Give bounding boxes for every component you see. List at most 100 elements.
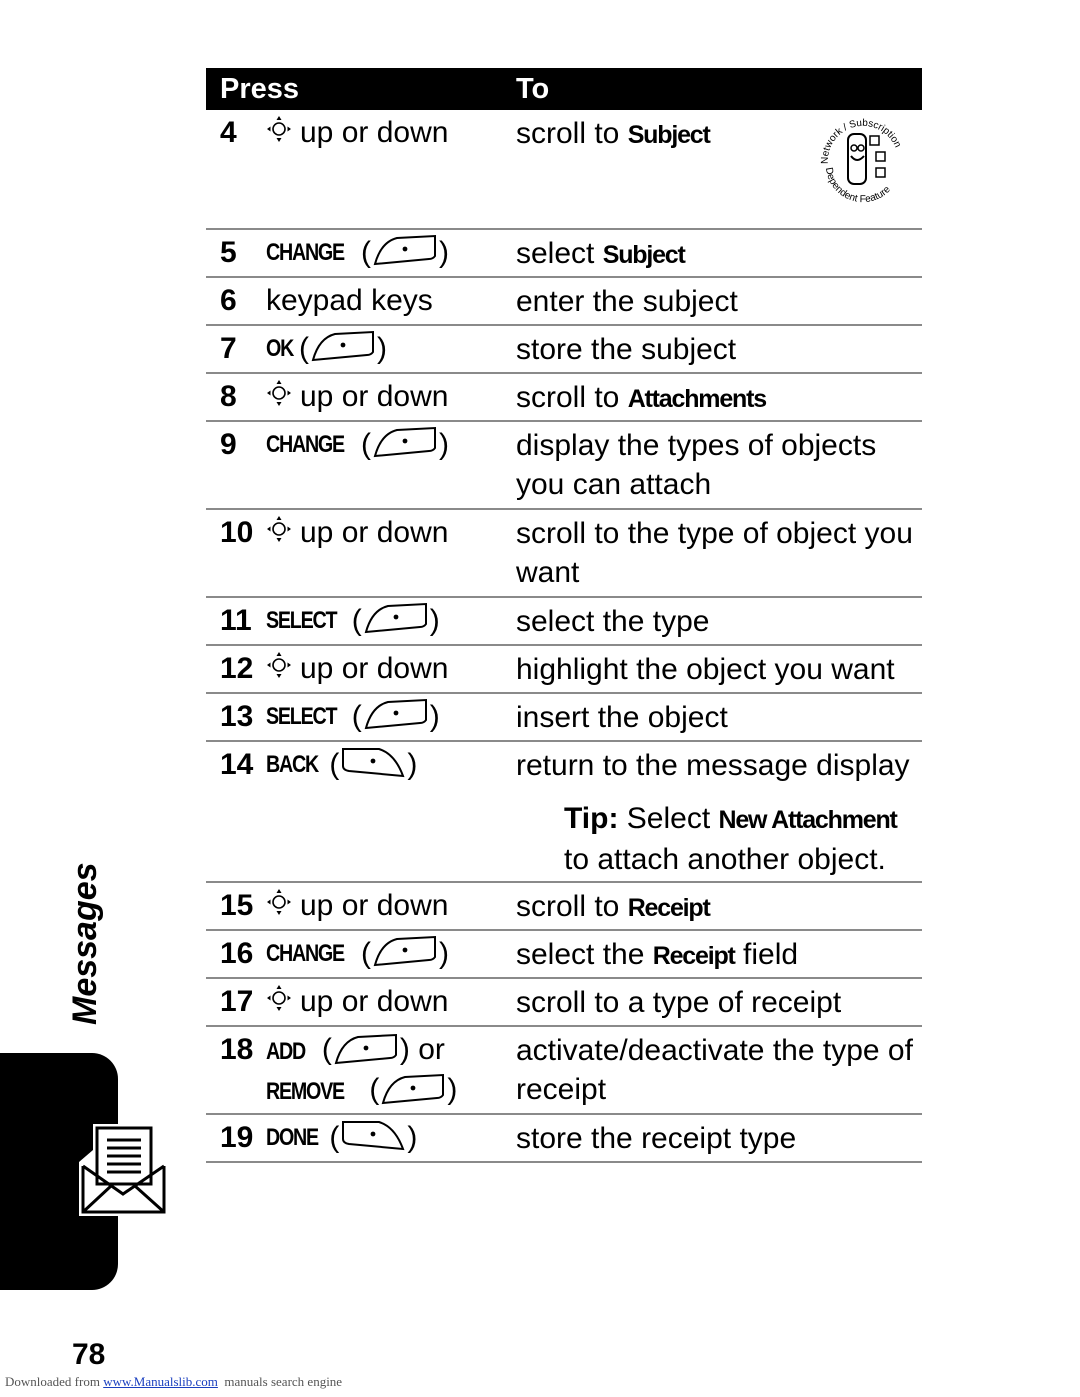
table-row: 8 up or down scroll to Attachments — [206, 374, 922, 422]
instruction-table: Press To 4 up or down scroll to Subject … — [206, 68, 922, 1163]
softkey-label: DONE — [266, 1124, 319, 1151]
step-number: 6 — [220, 284, 237, 317]
svg-text:Dependent Feature: Dependent Feature — [823, 167, 893, 206]
table-row: 6 keypad keys enter the subject — [206, 278, 922, 326]
table-row: 12 up or down highlight the object you w… — [206, 646, 922, 694]
step-number: 8 — [220, 380, 237, 413]
to-text: scroll to — [516, 381, 628, 414]
step-number: 9 — [220, 428, 237, 461]
header-to: To — [516, 72, 550, 105]
softkey-label: CHANGE — [266, 431, 345, 458]
left-softkey-icon — [371, 234, 439, 266]
table-row: 15 up or down scroll to Receipt — [206, 883, 922, 931]
step-number: 14 — [220, 748, 254, 781]
menu-item-keyword: New Attachment — [718, 806, 898, 834]
softkey-label: SELECT — [266, 607, 337, 634]
step-number: 16 — [220, 937, 254, 970]
to-text: return to the message display — [516, 749, 910, 782]
manualslib-link[interactable]: www.Manualslib.com — [103, 1374, 218, 1389]
footer-text: Downloaded from — [5, 1374, 104, 1389]
to-text: enter the subject — [516, 285, 738, 318]
table-row: 10 up or down scroll to the type of obje… — [206, 510, 922, 598]
to-text: scroll to — [516, 890, 628, 923]
softkey-label: ADD — [266, 1038, 306, 1065]
svg-text:Network / Subscription: Network / Subscription — [820, 118, 903, 164]
table-row: 16 CHANGE () select the Receipt field — [206, 931, 922, 979]
step-number: 18 — [220, 1033, 254, 1066]
to-text: select — [516, 237, 603, 270]
softkey-label: REMOVE — [266, 1078, 345, 1105]
left-softkey-icon — [379, 1073, 447, 1105]
press-text: up or down — [300, 116, 449, 149]
press-text: up or down — [300, 652, 449, 685]
left-softkey-icon — [371, 426, 439, 458]
to-text: select the — [516, 938, 653, 971]
table-row: 19 DONE () store the receipt type — [206, 1115, 922, 1163]
right-softkey-icon — [339, 1119, 407, 1151]
press-text: up or down — [300, 985, 449, 1018]
badge-top-text: Network / Subscription — [820, 118, 903, 164]
step-number: 15 — [220, 889, 254, 922]
tip-note: Tip: Select New Attachment to attach ano… — [516, 799, 922, 879]
softkey-label: BACK — [266, 751, 319, 778]
to-text: activate/deactivate the type of receipt — [516, 1034, 913, 1106]
to-text: highlight the object you want — [516, 653, 895, 686]
page-number: 78 — [72, 1338, 106, 1371]
tip-label: Tip: — [564, 802, 619, 835]
to-text: field — [734, 938, 799, 971]
table-row: 5 CHANGE () select Subject — [206, 230, 922, 278]
to-text: scroll to — [516, 117, 628, 150]
left-softkey-icon — [371, 935, 439, 967]
nav-key-icon — [266, 378, 292, 408]
table-row: 4 up or down scroll to Subject Network /… — [206, 110, 922, 230]
nav-key-icon — [266, 650, 292, 680]
tip-text: to attach another object. — [564, 843, 886, 876]
tip-text: Select — [618, 802, 719, 835]
softkey-label: CHANGE — [266, 239, 345, 266]
menu-item-keyword: Receipt — [652, 942, 736, 970]
nav-key-icon — [266, 514, 292, 544]
softkey-label: SELECT — [266, 703, 337, 730]
menu-item-keyword: Subject — [602, 241, 686, 269]
step-number: 10 — [220, 516, 254, 549]
to-text: insert the object — [516, 701, 728, 734]
table-row: 17 up or down scroll to a type of receip… — [206, 979, 922, 1027]
to-text: store the receipt type — [516, 1122, 797, 1155]
network-subscription-feature-icon: Network / Subscription Dependent Feature — [820, 118, 903, 206]
badge-bottom-text: Dependent Feature — [823, 167, 893, 206]
table-row: 14 BACK () return to the message display… — [206, 742, 922, 883]
nav-key-icon — [266, 114, 292, 144]
table-row: 11 SELECT () select the type — [206, 598, 922, 646]
left-softkey-icon — [362, 602, 430, 634]
softkey-label: CHANGE — [266, 940, 345, 967]
step-number: 13 — [220, 700, 254, 733]
press-text: keypad keys — [266, 284, 433, 317]
menu-item-keyword: Receipt — [627, 894, 711, 922]
step-number: 5 — [220, 236, 237, 269]
step-number: 19 — [220, 1121, 254, 1154]
left-softkey-icon — [362, 698, 430, 730]
table-row: 9 CHANGE () display the types of objects… — [206, 422, 922, 510]
step-number: 11 — [220, 604, 252, 637]
left-softkey-icon — [309, 330, 377, 362]
table-header: Press To — [206, 68, 922, 110]
to-text: display the types of objects you can att… — [516, 429, 877, 501]
to-text: scroll to the type of object you want — [516, 517, 913, 589]
nav-key-icon — [266, 887, 292, 917]
table-row: 7 OK () store the subject — [206, 326, 922, 374]
left-softkey-icon — [332, 1033, 400, 1065]
to-text: store the subject — [516, 333, 737, 366]
footer-text: manuals search engine — [217, 1374, 343, 1389]
footer: Downloaded from www.Manualslib.com manua… — [5, 1374, 342, 1390]
table-row: 18 ADD () or REMOVE () activate/deactiva… — [206, 1027, 922, 1115]
press-text: up or down — [300, 516, 449, 549]
nav-key-icon — [266, 983, 292, 1013]
table-row: 13 SELECT () insert the object — [206, 694, 922, 742]
header-press: Press — [220, 72, 300, 105]
step-number: 4 — [220, 116, 237, 149]
step-number: 17 — [220, 985, 254, 1018]
menu-item-keyword: Subject — [627, 121, 711, 149]
to-text: scroll to a type of receipt — [516, 986, 842, 1019]
to-text: select the type — [516, 605, 710, 638]
step-number: 12 — [220, 652, 254, 685]
